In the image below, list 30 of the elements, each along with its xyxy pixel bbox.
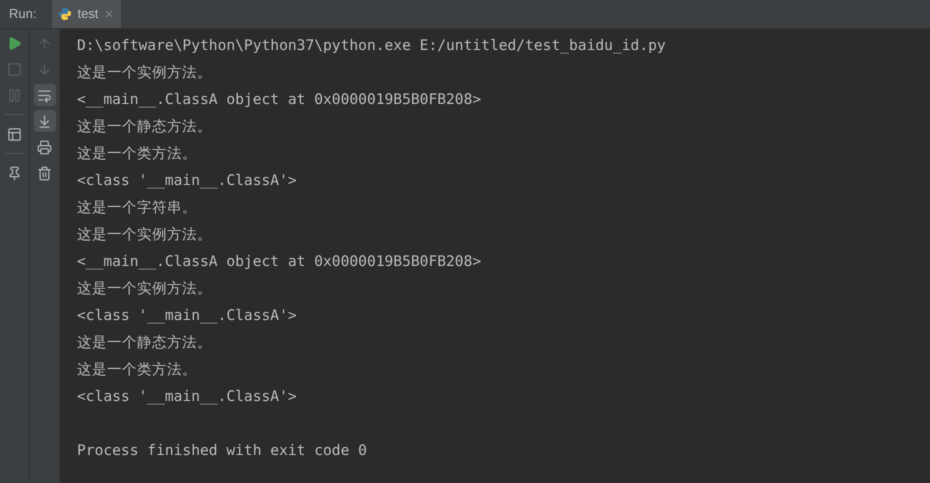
- layout-icon: [7, 126, 22, 142]
- console-line: 这是一个实例方法。: [77, 63, 212, 83]
- trash-icon: [37, 166, 52, 180]
- console-line: <class '__main__.ClassA'>: [77, 387, 297, 407]
- run-label: Run:: [9, 5, 36, 24]
- console-line: 这是一个类方法。: [77, 360, 197, 380]
- python-icon: [58, 7, 72, 21]
- run-tab[interactable]: test: [52, 0, 122, 28]
- console-line: 这是一个实例方法。: [77, 225, 212, 245]
- stop-icon: [7, 62, 22, 76]
- soft-wrap-button[interactable]: [34, 84, 56, 106]
- console-line: D:\software\Python\Python37\python.exe E:/untitled/test_baidu_id.py: [77, 36, 666, 56]
- play-icon: [7, 36, 22, 50]
- console-line: 这是一个静态方法。: [77, 333, 212, 353]
- printer-icon: [37, 140, 52, 154]
- console-line: 这是一个类方法。: [77, 144, 197, 164]
- down-arrow-icon: [37, 62, 52, 76]
- soft-wrap-icon: [37, 88, 52, 102]
- console-line: 这是一个实例方法。: [77, 279, 212, 299]
- scroll-to-end-button[interactable]: [34, 110, 56, 132]
- pin-icon: [7, 166, 22, 180]
- console-line: <__main__.ClassA object at 0x0000019B5B0FB208>: [77, 252, 482, 272]
- exit-message: Process finished with exit code 0: [77, 441, 367, 461]
- console-line: 这是一个字符串。: [77, 198, 197, 218]
- pause-icon: [7, 88, 22, 102]
- console-line: 这是一个静态方法。: [77, 117, 212, 137]
- console-line: <class '__main__.ClassA'>: [77, 171, 297, 191]
- scroll-to-end-icon: [37, 114, 52, 128]
- console-line: <__main__.ClassA object at 0x0000019B5B0FB208>: [77, 90, 482, 110]
- console-line: <class '__main__.ClassA'>: [77, 306, 297, 326]
